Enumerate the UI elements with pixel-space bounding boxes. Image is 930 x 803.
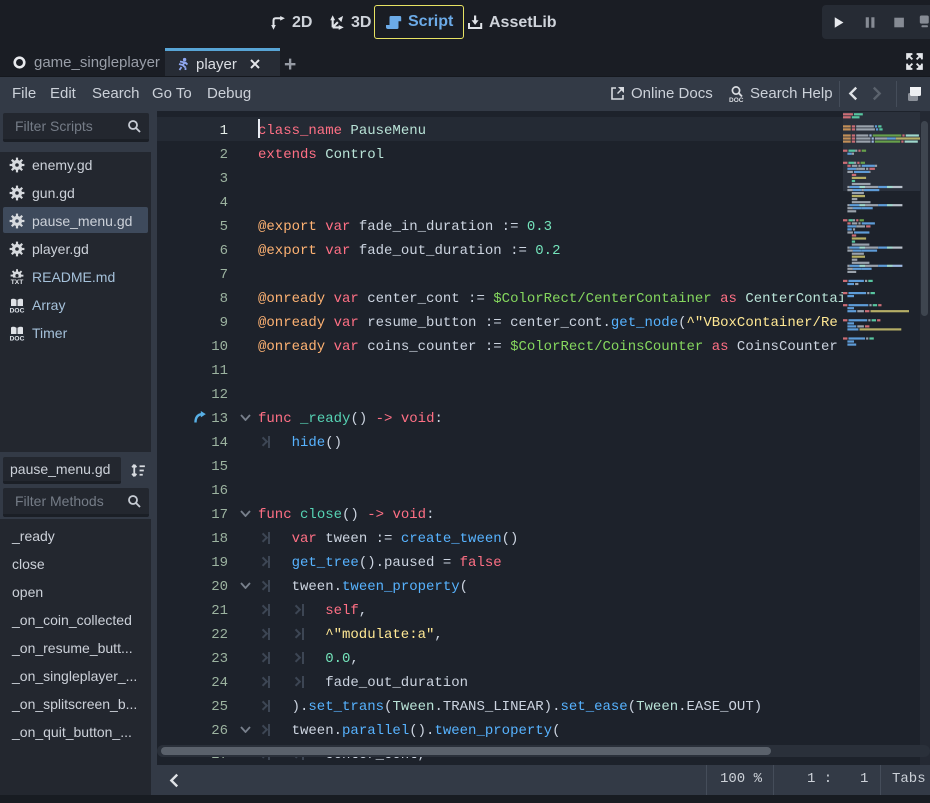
svg-text:DOC: DOC	[10, 335, 25, 341]
svg-text:DOC: DOC	[10, 307, 25, 313]
svg-text:TXT: TXT	[11, 279, 23, 285]
svg-text:DOC: DOC	[729, 97, 744, 103]
